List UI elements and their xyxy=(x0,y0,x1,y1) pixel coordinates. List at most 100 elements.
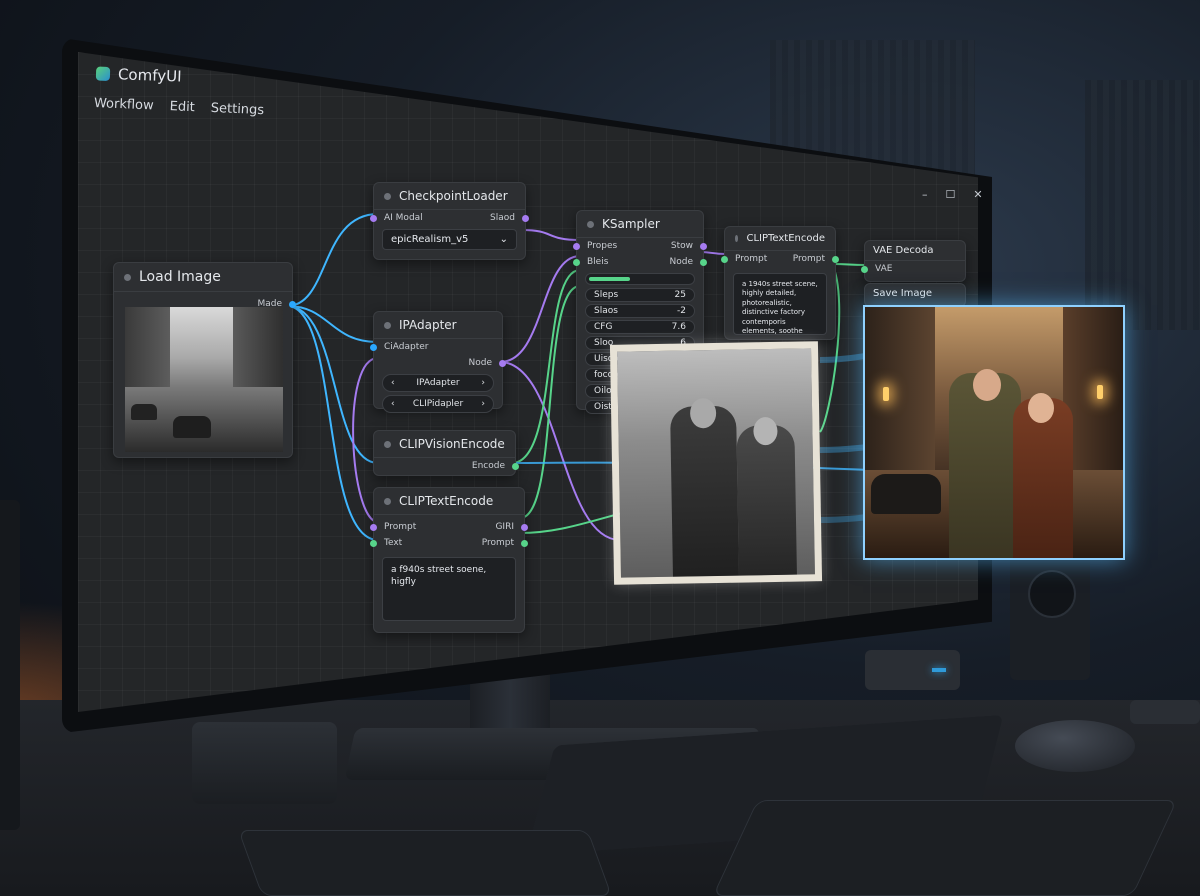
ksampler-widget[interactable]: Slaos -2 xyxy=(585,304,695,318)
widget-value: 25 xyxy=(674,290,686,300)
port-row[interactable]: VAE xyxy=(861,261,965,277)
head xyxy=(1028,393,1054,423)
node-clip-text-encode-2[interactable]: CLIPTextEncode Prompt Prompt a 1940s str… xyxy=(721,226,839,340)
model-value: epicRealism_v5 xyxy=(391,234,469,245)
port-label: Encode xyxy=(471,461,505,471)
app-title: ComfyUI xyxy=(117,65,182,86)
soldier-figure xyxy=(670,405,739,577)
comfyui-logo-icon xyxy=(95,66,111,81)
node-collapse-icon[interactable] xyxy=(124,273,131,281)
minimize-button[interactable]: – xyxy=(922,188,928,201)
node-title: CLIPTextEncode xyxy=(746,233,825,244)
colorized-output-image xyxy=(863,305,1125,560)
widget-value: 7.6 xyxy=(671,322,686,332)
port-label: GIRI xyxy=(495,522,514,532)
ksampler-widget[interactable]: Sleps 25 xyxy=(585,288,695,302)
node-checkpoint-loader[interactable]: CheckpointLoader AI Modal Slaod epicReal… xyxy=(370,182,529,260)
street-lamp xyxy=(883,387,889,401)
chevron-left-icon: ‹ xyxy=(391,399,395,409)
prompt-text: a f940s street soene, higfly xyxy=(391,565,487,588)
chevron-right-icon: › xyxy=(481,399,485,409)
input-image-preview xyxy=(125,307,283,452)
node-save-image[interactable]: Save Image xyxy=(864,283,966,307)
node-title-bar: KSampler xyxy=(577,211,703,238)
prompt-textarea[interactable]: a 1940s street scene, highly detailed, p… xyxy=(733,273,827,335)
port-label: Stow xyxy=(670,241,693,251)
speaker xyxy=(1010,540,1090,680)
node-title: Load Image xyxy=(139,269,221,285)
node-collapse-icon[interactable] xyxy=(384,192,391,200)
port-label: VAE xyxy=(875,264,893,274)
node-title-bar: CLIPVisionEncode xyxy=(374,431,515,458)
node-collapse-icon[interactable] xyxy=(384,440,391,448)
port-label: Prompt xyxy=(384,522,417,532)
node-title: IPAdapter xyxy=(399,318,457,332)
node-vae-decode[interactable]: VAE Decoda VAE xyxy=(861,240,966,282)
widget-value: -2 xyxy=(677,306,686,316)
mouse xyxy=(1015,720,1135,772)
ksampler-widget[interactable]: CFG 7.6 xyxy=(585,320,695,334)
node-clip-text-encode[interactable]: CLIPTextEncode Prompt GIRI Text Prompt a… xyxy=(370,487,528,633)
port-row[interactable]: CiAdapter xyxy=(370,339,502,355)
port-row[interactable]: Prompt Prompt xyxy=(721,251,839,267)
phone xyxy=(1130,700,1200,724)
port-label: Slaod xyxy=(490,213,515,223)
node-title: CLIPVisionEncode xyxy=(399,437,505,451)
widget-label: Sleps xyxy=(594,290,619,300)
port-row[interactable]: Encode xyxy=(374,458,519,474)
port-label: Prompt xyxy=(481,538,514,548)
port-label: Prompt xyxy=(792,254,825,264)
port-label: Bleis xyxy=(587,257,609,267)
chevron-left-icon: ‹ xyxy=(391,378,395,388)
node-collapse-icon[interactable] xyxy=(384,321,391,329)
window-controls: – ☐ ✕ xyxy=(922,188,983,201)
node-title: VAE Decoda xyxy=(873,245,934,256)
mini-pc xyxy=(192,722,337,804)
port-label: Node xyxy=(468,358,493,368)
port-row[interactable]: Text Prompt xyxy=(370,535,528,551)
street-lamp xyxy=(1097,385,1103,399)
widget-label: Slaos xyxy=(594,306,618,316)
vintage-car xyxy=(871,474,941,514)
port-row[interactable]: Bleis Node xyxy=(573,254,707,270)
widget-label: CLIPidapler xyxy=(412,399,464,409)
prompt-textarea[interactable]: a f940s street soene, higfly xyxy=(382,557,516,621)
port-label: AI Modal xyxy=(384,213,423,223)
port-row[interactable]: Prompt GIRI xyxy=(370,519,528,535)
progress-slider[interactable] xyxy=(585,273,695,285)
chevron-right-icon: › xyxy=(481,378,485,388)
model-select[interactable]: epicRealism_v5 ⌄ xyxy=(382,229,517,250)
node-title: CLIPTextEncode xyxy=(399,494,494,508)
node-collapse-icon[interactable] xyxy=(384,497,391,505)
node-title-bar: CLIPTextEncode xyxy=(725,227,835,251)
chevron-down-icon: ⌄ xyxy=(499,234,508,245)
ipadapter-widget[interactable]: ‹ IPAdapter › xyxy=(382,374,494,392)
node-clip-vision-encode[interactable]: CLIPVisionEncode Encode xyxy=(373,430,519,476)
node-ipadapter[interactable]: IPAdapter CiAdapter Node ‹ IPAdapter › ‹… xyxy=(370,311,506,413)
node-collapse-icon[interactable] xyxy=(587,220,594,228)
node-title: CheckpointLoader xyxy=(399,189,508,203)
port-row[interactable]: AI Modal Slaod xyxy=(370,210,529,226)
node-collapse-icon[interactable] xyxy=(735,235,739,242)
menu-edit[interactable]: Edit xyxy=(169,99,195,115)
node-title-bar: IPAdapter xyxy=(374,312,502,339)
node-title: KSampler xyxy=(602,217,660,231)
progress-fill xyxy=(589,277,630,281)
port-label: CiAdapter xyxy=(384,342,429,352)
maximize-button[interactable]: ☐ xyxy=(946,188,956,201)
node-title-bar: Load Image xyxy=(114,263,292,292)
usb-hub xyxy=(865,650,960,690)
clip-widget[interactable]: ‹ CLIPidapler › xyxy=(382,395,494,413)
port-row[interactable]: Node xyxy=(374,355,506,371)
port-row[interactable]: Propes Stow xyxy=(573,238,707,254)
close-button[interactable]: ✕ xyxy=(973,188,982,201)
node-title-bar: CheckpointLoader xyxy=(374,183,525,210)
prompt-text: a 1940s street scene, highly detailed, p… xyxy=(742,280,818,335)
port-label: Text xyxy=(384,538,403,548)
woman-figure xyxy=(736,424,797,576)
menu-settings[interactable]: Settings xyxy=(210,101,264,118)
speaker xyxy=(0,500,20,830)
node-title-bar: Save Image xyxy=(865,284,965,303)
menu-workflow[interactable]: Workflow xyxy=(94,96,154,113)
acoustic-panel xyxy=(1085,80,1200,330)
